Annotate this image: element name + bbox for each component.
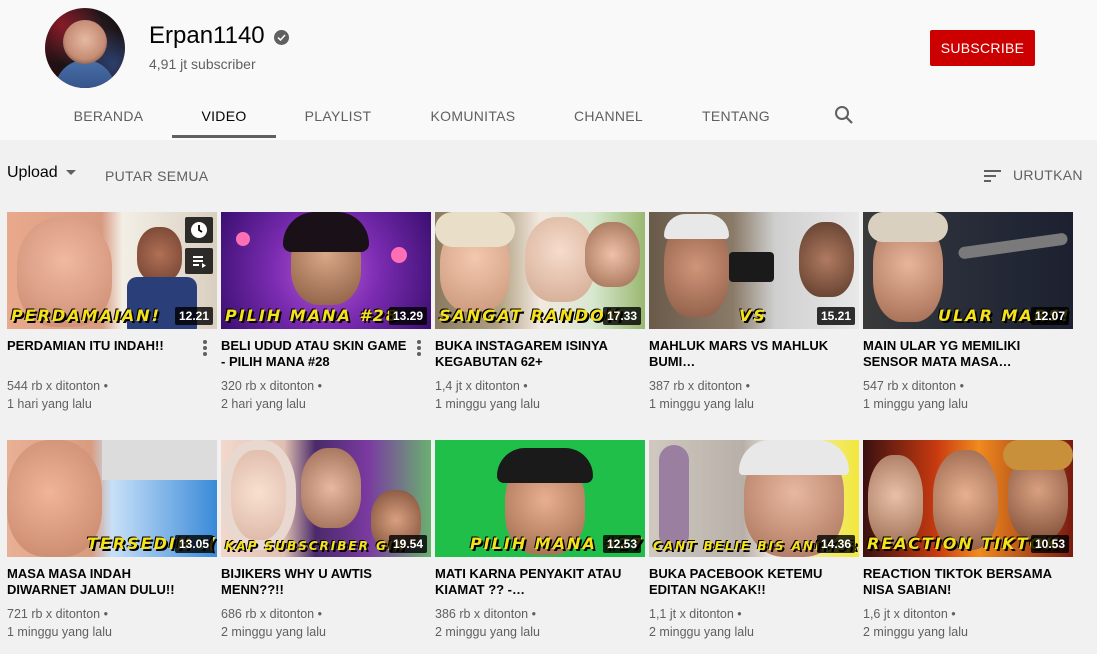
view-count: 547 rb x ditonton • [863,379,964,393]
upload-age: 2 minggu yang lalu [863,625,968,639]
view-count: 320 rb x ditonton • [221,379,322,393]
upload-age: 2 minggu yang lalu [649,625,754,639]
upload-age: 2 hari yang lalu [221,397,306,411]
upload-filter-label: Upload [7,164,58,181]
video-duration: 12.07 [1030,307,1069,325]
video-duration: 12.21 [174,307,213,325]
view-count: 544 rb x ditonton • [7,379,108,393]
video-duration: 17.33 [602,307,641,325]
upload-age: 1 minggu yang lalu [649,397,754,411]
video-thumbnail[interactable]: VS 15.21 [649,212,859,329]
upload-filter-dropdown[interactable]: Upload [7,164,76,188]
view-count: 721 rb x ditonton • [7,607,108,621]
video-duration: 13.05 [174,535,213,553]
video-thumbnail[interactable]: PILIH MANA #27 12.53 [435,440,645,557]
view-count: 1,1 jt x ditonton • [649,607,742,621]
add-to-queue-icon[interactable] [185,248,213,274]
more-options-icon[interactable] [199,340,211,358]
upload-age: 1 hari yang lalu [7,397,92,411]
sort-icon [984,170,1001,182]
thumbnail-caption: VS [739,306,767,325]
video-title[interactable]: REACTION TIKTOK BERSAMA NISA SABIAN! [863,566,1053,598]
view-count: 387 rb x ditonton • [649,379,750,393]
video-title[interactable]: BUKA INSTAGAREM ISINYA KEGABUTAN 62+ [435,338,625,370]
video-thumbnail[interactable]: CANT BELIE BIS ANIMOR 14.36 [649,440,859,557]
video-duration: 13.29 [388,307,427,325]
subscribe-button[interactable]: SUBSCRIBE [930,30,1035,66]
video-duration: 12.53 [602,535,641,553]
video-title[interactable]: MAIN ULAR YG MEMILIKI SENSOR MATA MASA… [863,338,1053,370]
thumbnail-caption: PILIH MANA #28 [225,306,399,325]
thumbnail-caption: KAP SUBSCRIBER GIN [225,539,407,553]
sort-label: URUTKAN [1013,167,1083,183]
video-title[interactable]: BIJIKERS WHY U AWTIS MENN??!! [221,566,411,598]
channel-header: Erpan1140 4,91 jt subscriber SUBSCRIBE B… [0,0,1097,140]
tab-tentang[interactable]: TENTANG [685,96,787,138]
upload-age: 1 minggu yang lalu [863,397,968,411]
view-count: 386 rb x ditonton • [435,607,536,621]
video-thumbnail[interactable]: SANGAT RANDOM 17.33 [435,212,645,329]
view-count: 1,6 jt x ditonton • [863,607,956,621]
video-title[interactable]: PERDAMIAN ITU INDAH!! [7,338,197,354]
video-thumbnail[interactable]: KAP SUBSCRIBER GIN 19.54 [221,440,431,557]
subscriber-count: 4,91 jt subscriber [149,56,256,72]
view-count: 686 rb x ditonton • [221,607,322,621]
more-options-icon[interactable] [413,340,425,358]
channel-avatar[interactable] [45,8,125,88]
tab-komunitas[interactable]: KOMUNITAS [410,96,536,138]
video-thumbnail[interactable]: PERDAMAIAN! 12.21 [7,212,217,329]
video-title[interactable]: BUKA PACEBOOK KETEMU EDITAN NGAKAK!! [649,566,839,598]
thumbnail-caption: SANGAT RANDOM [439,306,624,325]
upload-age: 1 minggu yang lalu [435,397,540,411]
chevron-down-icon [65,170,76,176]
video-thumbnail[interactable]: REACTION TIKTOK 10.53 [863,440,1073,557]
play-all-button[interactable]: PUTAR SEMUA [105,168,208,184]
tab-playlist[interactable]: PLAYLIST [276,96,400,138]
thumbnail-caption: PERDAMAIAN! [11,306,161,325]
video-duration: 14.36 [816,535,855,553]
video-duration: 15.21 [816,307,855,325]
verified-check-icon [274,30,289,45]
video-title[interactable]: BELI UDUD ATAU SKIN GAME - PILIH MANA #2… [221,338,411,370]
tab-beranda[interactable]: BERANDA [45,96,172,138]
tab-channel[interactable]: CHANNEL [556,96,661,138]
video-thumbnail[interactable]: PILIH MANA #28 13.29 [221,212,431,329]
video-title[interactable]: MAHLUK MARS VS MAHLUK BUMI… [649,338,839,370]
video-thumbnail[interactable]: ULAR MARS! 12.07 [863,212,1073,329]
tab-video[interactable]: VIDEO [172,96,276,138]
view-count: 1,4 jt x ditonton • [435,379,528,393]
search-icon[interactable] [834,105,856,127]
watch-later-icon[interactable] [185,217,213,243]
video-title[interactable]: MATI KARNA PENYAKIT ATAU KIAMAT ?? -… [435,566,625,598]
upload-age: 2 minggu yang lalu [435,625,540,639]
video-duration: 10.53 [1030,535,1069,553]
video-title[interactable]: MASA MASA INDAH DIWARNET JAMAN DULU!! [7,566,197,598]
video-thumbnail[interactable]: TERSEDIH :( 13.05 [7,440,217,557]
upload-age: 1 minggu yang lalu [7,625,112,639]
video-duration: 19.54 [388,535,427,553]
upload-age: 2 minggu yang lalu [221,625,326,639]
channel-name: Erpan1140 [149,22,265,49]
